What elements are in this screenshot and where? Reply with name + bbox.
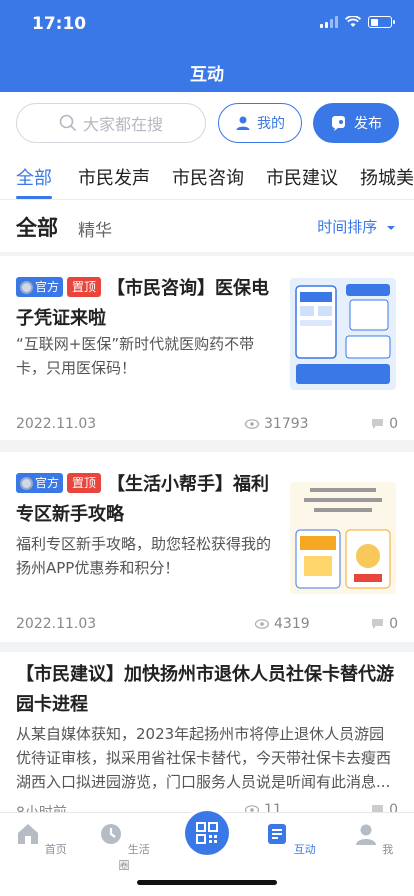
medal-icon [20,280,33,294]
category-tabs: 全部 市民发声 市民咨询 市民建议 扬城美 [0,154,414,200]
post-date: 2022.11.03 [16,416,97,432]
caret-down-icon [387,226,395,230]
battery-icon [368,16,395,28]
post-thumbnail [290,278,396,390]
post-button[interactable]: 发布 [313,103,399,143]
official-badge: 官方 [16,277,64,297]
post-label: 发布 [354,116,382,132]
home-icon [18,824,39,844]
qr-code-icon [196,822,218,844]
wifi-icon [345,16,361,27]
post-date: 2022.11.03 [16,616,97,632]
interaction-icon [268,824,287,844]
post-desc: “互联网+医保”新时代就医购药不带卡，只用医保码！ [16,335,255,377]
comment-icon [372,619,384,629]
sort-label: 时间排序 [317,218,378,236]
user-icon [236,116,250,130]
comment-icon [372,419,384,429]
post-desc: 从某自媒体获知，2023年起扬州市将停止退休人员游园优待证审核，拟采用省社保卡替… [16,725,392,791]
post-desc: 福利专区新手攻略，助您轻松获得我的扬州APP优惠券和积分！ [16,535,272,577]
post-card[interactable]: 官方 置顶 【生活小帮手】福利专区新手攻略 福利专区新手攻略，助您轻松获得我的扬… [0,452,414,642]
medal-icon [20,476,33,490]
mine-label: 我的 [257,116,285,132]
post-card[interactable]: 【市民建议】加快扬州市退休人员社保卡替代游园卡进程 从某自媒体获知，2023年起… [0,652,414,821]
eye-icon [255,619,269,629]
sort-dropdown[interactable]: 时间排序 [317,216,396,237]
post-badges: 官方 置顶 [16,473,102,493]
tabbar-interaction[interactable]: 互动 [260,821,320,857]
post-card[interactable]: 官方 置顶 【市民咨询】医保电子凭证来啦 “互联网+医保”新时代就医购药不带卡，… [0,256,414,440]
search-row: 大家都在搜 我的 发布 [0,92,414,154]
page-title: 互动 [190,65,224,85]
post-thumbnail [290,482,396,594]
tabbar-life-circle[interactable]: 生活圈 [94,821,154,873]
post-views: 4319 [255,616,310,632]
life-circle-icon [101,824,122,844]
filter-all[interactable]: 全部 [16,212,58,242]
tab-all[interactable]: 全部 [16,164,52,190]
official-badge: 官方 [16,473,64,493]
post-title: 官方 置顶 【市民咨询】医保电子凭证来啦 [16,277,270,329]
post-badges: 官方 置顶 [16,277,102,297]
pinned-badge: 置顶 [67,277,102,297]
tabbar-home[interactable]: 首页 [11,821,71,857]
tabbar-profile[interactable]: 我 [343,821,403,857]
tab-citizen-voice[interactable]: 市民发声 [78,164,150,190]
search-icon [59,114,77,132]
status-icons [320,16,395,28]
post-views: 31793 [245,416,309,432]
tab-yangcheng-beauty[interactable]: 扬城美 [360,164,414,190]
tab-citizen-consult[interactable]: 市民咨询 [172,164,244,190]
eye-icon [245,419,259,429]
search-placeholder: 大家都在搜 [82,115,163,134]
mine-button[interactable]: 我的 [218,103,302,143]
post-comments[interactable]: 0 [371,616,398,632]
sub-filter-bar: 全部 精华 时间排序 [0,200,414,252]
post-icon [332,116,345,131]
tab-active-indicator [16,196,52,199]
pinned-badge: 置顶 [67,473,102,493]
signal-icon [320,16,338,28]
profile-icon [355,824,376,845]
tab-citizen-suggest[interactable]: 市民建议 [266,164,338,190]
post-title: 【市民建议】加快扬州市退休人员社保卡替代游园卡进程 [16,664,394,715]
qr-scan-button[interactable] [185,811,229,855]
post-comments[interactable]: 0 [371,416,398,432]
search-input[interactable]: 大家都在搜 [16,103,206,143]
status-time: 17:10 [32,14,87,34]
post-title: 官方 置顶 【生活小帮手】福利专区新手攻略 [16,473,270,525]
home-indicator [137,880,277,885]
filter-best[interactable]: 精华 [78,216,112,241]
app-header: 17:10 互动 [0,0,414,92]
